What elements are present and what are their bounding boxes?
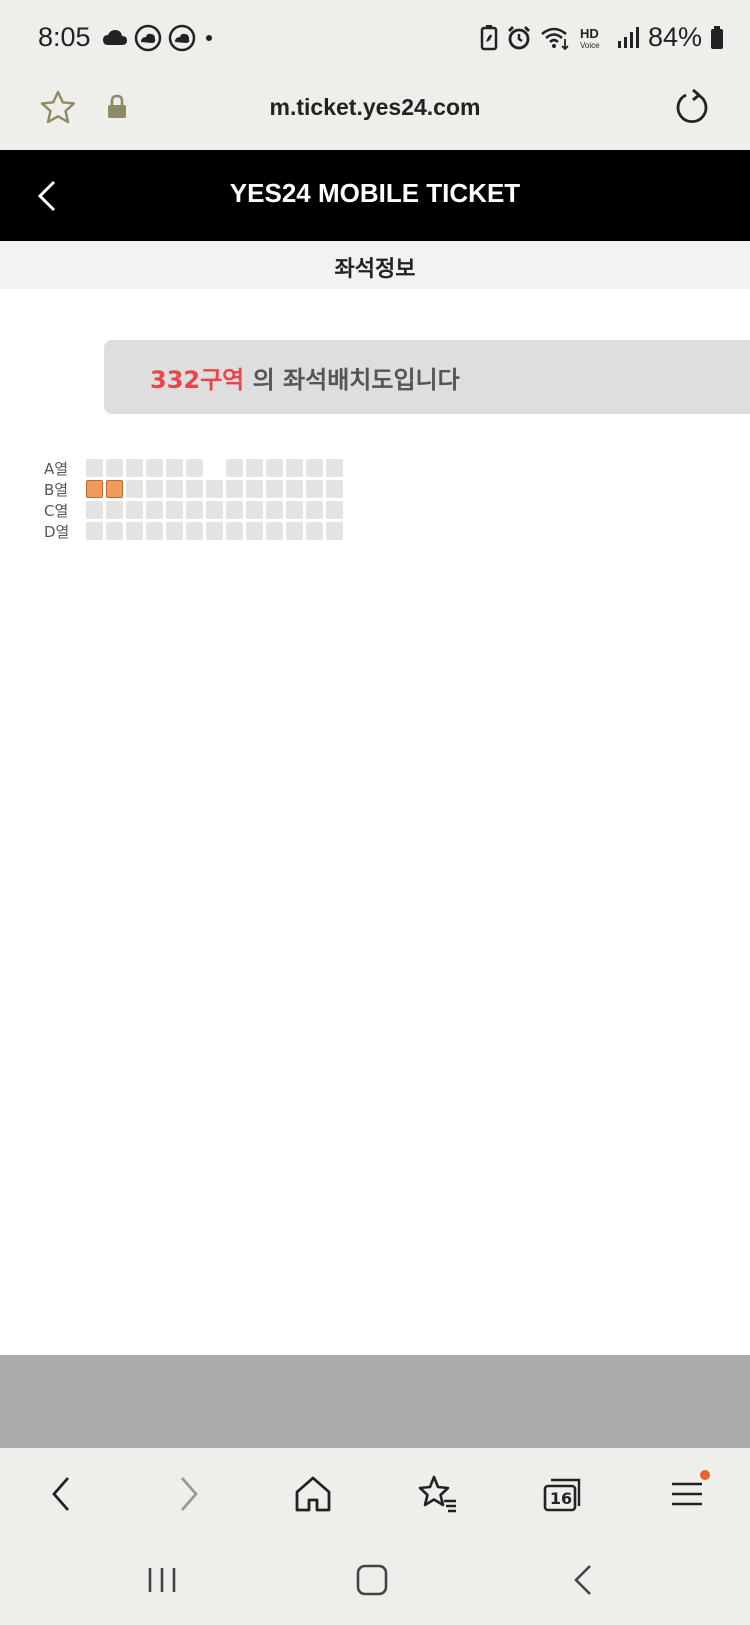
- seat[interactable]: [246, 501, 263, 519]
- home-nav-icon[interactable]: [350, 1558, 394, 1602]
- seat[interactable]: [226, 522, 243, 540]
- seat[interactable]: [306, 480, 323, 498]
- seat[interactable]: [86, 459, 103, 477]
- page-title: YES24 MOBILE TICKET: [229, 178, 521, 208]
- seat[interactable]: [246, 522, 263, 540]
- seat[interactable]: [286, 522, 303, 540]
- browser-toolbar: 16: [0, 1448, 750, 1536]
- recent-apps-icon[interactable]: [140, 1558, 184, 1602]
- svg-text:HD: HD: [580, 26, 599, 41]
- seat[interactable]: [126, 459, 143, 477]
- seat[interactable]: [106, 459, 123, 477]
- status-right-icons: HD Voice 84%: [480, 22, 724, 53]
- seat[interactable]: [226, 501, 243, 519]
- seat[interactable]: [306, 522, 323, 540]
- seat[interactable]: [186, 501, 203, 519]
- section-title: 좌석정보: [334, 257, 416, 282]
- seat[interactable]: [126, 501, 143, 519]
- notice-suffix: 의 좌석배치도입니다: [244, 366, 460, 394]
- seat[interactable]: [86, 501, 103, 519]
- menu-button[interactable]: [666, 1470, 710, 1516]
- seat[interactable]: [186, 522, 203, 540]
- seat[interactable]: [226, 480, 243, 498]
- signal-icon: [617, 26, 639, 48]
- url-field[interactable]: m.ticket.yes24.com: [0, 94, 750, 121]
- seat[interactable]: [126, 480, 143, 498]
- notification-dot: [700, 1470, 710, 1480]
- seat[interactable]: [146, 501, 163, 519]
- footer-band: [0, 1355, 750, 1448]
- address-bar: m.ticket.yes24.com: [0, 76, 750, 150]
- battery-saver-icon: [480, 24, 498, 50]
- seat[interactable]: [326, 459, 343, 477]
- seat[interactable]: [86, 522, 103, 540]
- seat[interactable]: [186, 480, 203, 498]
- row-label: B열: [44, 481, 69, 499]
- seat[interactable]: [206, 522, 223, 540]
- seat[interactable]: [266, 480, 283, 498]
- seat[interactable]: [306, 459, 323, 477]
- bookmarks-icon[interactable]: [416, 1472, 460, 1516]
- seat[interactable]: [166, 522, 183, 540]
- back-nav-icon[interactable]: [562, 1558, 606, 1602]
- zone-label: 332구역: [150, 366, 245, 394]
- seat[interactable]: [286, 501, 303, 519]
- seat[interactable]: [266, 522, 283, 540]
- status-bar: 8:05 HD Voice 84%: [0, 0, 750, 76]
- wifi-icon: [541, 27, 569, 50]
- seat[interactable]: [246, 459, 263, 477]
- row-label: C열: [44, 502, 69, 520]
- seat-selected[interactable]: [86, 480, 103, 498]
- seat[interactable]: [146, 459, 163, 477]
- seat[interactable]: [226, 459, 243, 477]
- seat[interactable]: [166, 459, 183, 477]
- seat[interactable]: [166, 480, 183, 498]
- alarm-icon: [507, 25, 530, 49]
- system-nav-bar: [0, 1536, 750, 1625]
- reload-icon[interactable]: [672, 88, 712, 128]
- browser-back-icon[interactable]: [40, 1472, 84, 1516]
- seat[interactable]: [246, 480, 263, 498]
- seat-selected[interactable]: [106, 480, 123, 498]
- status-time: 8:05: [38, 22, 91, 52]
- seat[interactable]: [286, 480, 303, 498]
- seat[interactable]: [326, 522, 343, 540]
- battery-icon: [711, 25, 723, 49]
- seat[interactable]: [306, 501, 323, 519]
- row-label: D열: [44, 523, 70, 541]
- section-bar: 좌석정보: [0, 241, 750, 289]
- seat[interactable]: [146, 522, 163, 540]
- seat[interactable]: [266, 459, 283, 477]
- tab-count: 16: [549, 1489, 573, 1508]
- status-left-icons: [102, 24, 216, 52]
- seat[interactable]: [326, 501, 343, 519]
- app-header: YES24 MOBILE TICKET: [0, 150, 750, 241]
- seat[interactable]: [106, 501, 123, 519]
- browser-forward-icon[interactable]: [166, 1472, 210, 1516]
- seat[interactable]: [326, 480, 343, 498]
- seat[interactable]: [206, 480, 223, 498]
- weather-icon: [168, 24, 196, 52]
- notice-text: 332구역 의 좌석배치도입니다: [150, 360, 460, 395]
- seat[interactable]: [166, 501, 183, 519]
- seat[interactable]: [286, 459, 303, 477]
- tabs-button[interactable]: 16: [541, 1472, 585, 1516]
- seat[interactable]: [106, 522, 123, 540]
- row-label: A열: [44, 460, 69, 478]
- cloud-icon: [103, 30, 127, 45]
- svg-text:Voice: Voice: [580, 41, 600, 50]
- dot-icon: [206, 35, 212, 41]
- seat[interactable]: [126, 522, 143, 540]
- page: 8:05 HD Voice 84% m.ticket.yes24.com YES2…: [0, 0, 750, 1625]
- home-icon[interactable]: [291, 1472, 335, 1516]
- seat[interactable]: [186, 459, 203, 477]
- seat[interactable]: [266, 501, 283, 519]
- hd-voice-icon: HDVoice: [580, 26, 600, 50]
- seat-notice-banner: 332구역 의 좌석배치도입니다: [104, 340, 750, 414]
- seat[interactable]: [206, 501, 223, 519]
- seat[interactable]: [146, 480, 163, 498]
- weather-icon: [134, 24, 162, 52]
- battery-percent: 84%: [647, 22, 702, 52]
